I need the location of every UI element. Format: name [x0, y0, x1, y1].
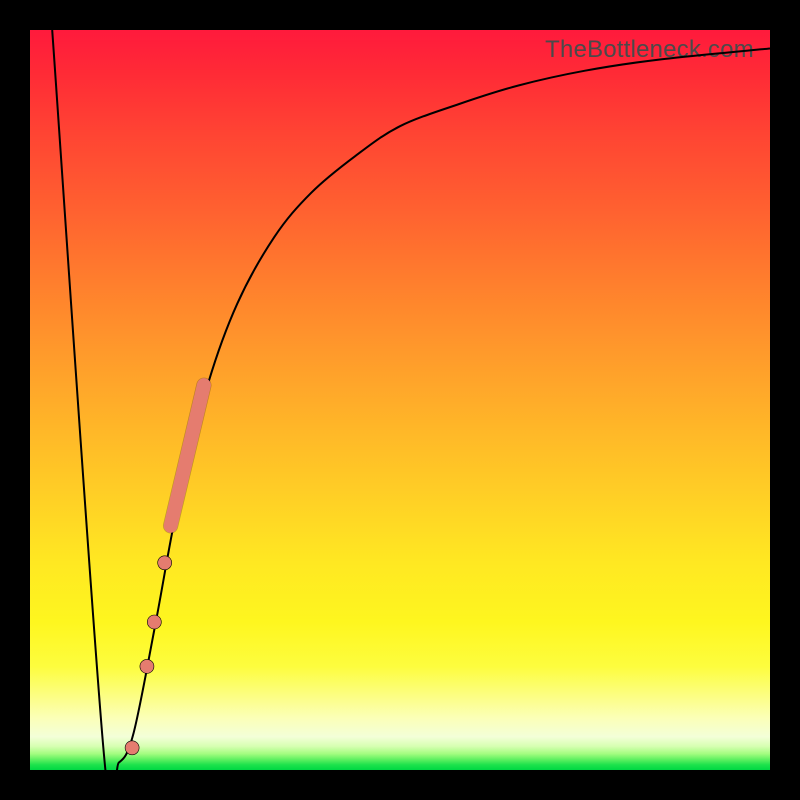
data-markers [125, 385, 204, 755]
bottleneck-curve [52, 30, 770, 770]
plot-area: TheBottleneck.com [30, 30, 770, 770]
curve-layer [30, 30, 770, 770]
chart-frame: TheBottleneck.com [0, 0, 800, 800]
marker-band [171, 385, 204, 526]
data-marker [147, 615, 161, 629]
data-marker [158, 556, 172, 570]
data-marker [125, 741, 139, 755]
data-marker [140, 659, 154, 673]
